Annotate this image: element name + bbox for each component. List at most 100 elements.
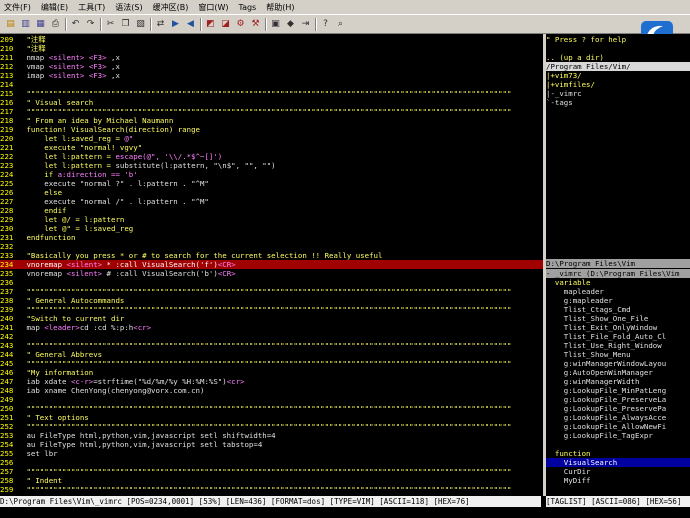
menu-item[interactable]: 工具(T) [74,2,111,13]
save-icon[interactable]: ▥ [19,18,32,30]
code-line[interactable]: 227 execute "normal /" . l:pattern . "^M… [0,197,543,206]
taglist-entry[interactable]: variable [546,278,690,287]
taglist-entry[interactable]: MyDiff [546,476,690,485]
code-line[interactable]: 253 au FileType html,python,vim,javascri… [0,431,543,440]
explorer-entry[interactable]: .. (up a dir) [546,53,690,62]
taglist-entry[interactable]: mapleader [546,287,690,296]
code-line[interactable]: 241 map <leader>cd :cd %:p:h<cr> [0,323,543,332]
menu-item[interactable]: 缓冲区(B) [149,2,195,13]
taglist-entry[interactable]: g:LookupFile_MinPatLeng [546,386,690,395]
menu-item[interactable]: Tags [235,3,263,12]
code-line[interactable]: 213 imap <silent> <F3> ,x [0,71,543,80]
taglist-entry[interactable]: g:LookupFile_PreservePa [546,404,690,413]
cut-icon[interactable]: ✂ [104,18,117,30]
code-line[interactable]: 209 "注释 [0,35,543,44]
code-line[interactable]: 239 """"""""""""""""""""""""""""""""""""… [0,305,543,314]
code-line[interactable]: 255 set lbr [0,449,543,458]
code-line[interactable]: 214 [0,80,543,89]
save-all-icon[interactable]: ▦ [34,18,47,30]
make-tags-icon[interactable]: ◆ [284,18,297,30]
code-line[interactable]: 215 """"""""""""""""""""""""""""""""""""… [0,89,543,98]
code-line[interactable]: 257 """"""""""""""""""""""""""""""""""""… [0,467,543,476]
taglist-entry[interactable]: Tlist_Ctags_Cmd [546,305,690,314]
menu-item[interactable]: 窗口(W) [194,2,234,13]
code-line[interactable]: 235 vnoremap <silent> # :call VisualSear… [0,269,543,278]
menu-item[interactable]: 帮助(H) [262,2,300,13]
explorer-entry[interactable]: |-_vimrc [546,89,690,98]
code-line[interactable]: 230 let @" = l:saved_reg [0,224,543,233]
code-line[interactable]: 233 "Basically you press * or # to searc… [0,251,543,260]
code-line[interactable]: 224 if a:direction == 'b' [0,170,543,179]
taglist-entry[interactable]: g:winManagerWidth [546,377,690,386]
code-line[interactable]: 218 " From an idea by Michael Naumann [0,116,543,125]
code-line[interactable]: 216 " Visual search [0,98,543,107]
code-line[interactable]: 217 """"""""""""""""""""""""""""""""""""… [0,107,543,116]
taglist-entry[interactable]: g:LookupFile_AlwaysAcce [546,413,690,422]
taglist-entry[interactable]: - _vimrc (D:\Program Files\Vim [546,269,690,278]
taglist-entry[interactable]: g:AutoOpenWinManager [546,368,690,377]
menu-item[interactable]: 文件(F) [0,2,37,13]
code-line[interactable]: 223 let l:pattern = substitute(l:pattern… [0,161,543,170]
code-line[interactable]: 248 iab xname ChenYong(chenyong@vorx.com… [0,386,543,395]
code-line[interactable]: 220 let l:saved_reg = @" [0,134,543,143]
find-help-icon[interactable]: ⌕ [334,18,347,30]
code-line[interactable]: 249 [0,395,543,404]
explorer-entry[interactable]: `-tags [546,98,690,107]
code-line[interactable]: 244 " General Abbrevs [0,350,543,359]
undo-icon[interactable]: ↶ [69,18,82,30]
load-session-icon[interactable]: ◩ [204,18,217,30]
redo-icon[interactable]: ↷ [84,18,97,30]
code-line[interactable]: 232 [0,242,543,251]
open-icon[interactable]: ▤ [4,18,17,30]
taglist-entry[interactable]: Tlist_Show_One_File [546,314,690,323]
menu-item[interactable]: 语法(S) [111,2,148,13]
taglist-entry[interactable]: CurDir [546,467,690,476]
code-line[interactable]: 250 """"""""""""""""""""""""""""""""""""… [0,404,543,413]
taglist-entry[interactable]: Tlist_File_Fold_Auto_Cl [546,332,690,341]
taglist-entry[interactable]: function [546,449,690,458]
code-line[interactable]: 246 "My information [0,368,543,377]
taglist-entry[interactable]: VisualSearch [546,458,690,467]
taglist-entry[interactable]: Tlist_Exit_OnlyWindow [546,323,690,332]
taglist-entry[interactable]: g:LookupFile_TagExpr [546,431,690,440]
shell-icon[interactable]: ▣ [269,18,282,30]
find-next-icon[interactable]: ▶ [169,18,182,30]
paste-icon[interactable]: ▧ [134,18,147,30]
taglist-entry[interactable]: g:LookupFile_AllowNewFi [546,422,690,431]
winmanager-pane[interactable]: " Press ? for help .. (up a dir)/Program … [546,34,690,496]
code-line[interactable]: 211 nmap <silent> <F3> ,x [0,53,543,62]
explorer-entry[interactable]: |+vim73/ [546,71,690,80]
save-session-icon[interactable]: ◪ [219,18,232,30]
explorer-entry[interactable]: /Program Files/Vim/ [546,62,690,71]
explorer-entry[interactable]: |+vimfiles/ [546,80,690,89]
code-line[interactable]: 231 endfunction [0,233,543,242]
taglist-entry[interactable]: Tlist_Show_Menu [546,350,690,359]
make-icon[interactable]: ⚒ [249,18,262,30]
find-prev-icon[interactable]: ◀ [184,18,197,30]
code-line[interactable]: 238 " General Autocommands [0,296,543,305]
code-line[interactable]: 256 [0,458,543,467]
taglist-entry[interactable]: Tlist_Use_Right_Window [546,341,690,350]
code-line[interactable]: 212 vmap <silent> <F3> ,x [0,62,543,71]
replace-icon[interactable]: ⇄ [154,18,167,30]
run-script-icon[interactable]: ⚙ [234,18,247,30]
code-line[interactable]: 251 " Text options [0,413,543,422]
code-line[interactable]: 228 endif [0,206,543,215]
help-icon[interactable]: ? [319,18,332,30]
code-line[interactable]: 219 function! VisualSearch(direction) ra… [0,125,543,134]
taglist-entry[interactable]: g:mapleader [546,296,690,305]
code-line[interactable]: 243 """"""""""""""""""""""""""""""""""""… [0,341,543,350]
explorer-entry[interactable]: " Press ? for help [546,35,690,44]
copy-icon[interactable]: ❐ [119,18,132,30]
vimrc-buffer-pane[interactable]: 209 "注释 210 "注释 211 nmap <silent> <F3> ,x 2… [0,34,543,496]
code-line[interactable]: 258 " Indent [0,476,543,485]
code-line[interactable]: 254 au FileType html,python,vim,javascri… [0,440,543,449]
tag-jump-icon[interactable]: ⇥ [299,18,312,30]
code-line[interactable]: 222 let l:pattern = escape(@", '\\/.*$^~… [0,152,543,161]
menu-item[interactable]: 编辑(E) [37,2,74,13]
code-line[interactable]: 252 """"""""""""""""""""""""""""""""""""… [0,422,543,431]
code-line[interactable]: 237 """"""""""""""""""""""""""""""""""""… [0,287,543,296]
code-line[interactable]: 236 [0,278,543,287]
print-icon[interactable]: ⎙ [49,18,62,30]
code-line[interactable]: 225 execute "normal ?" . l:pattern . "^M… [0,179,543,188]
